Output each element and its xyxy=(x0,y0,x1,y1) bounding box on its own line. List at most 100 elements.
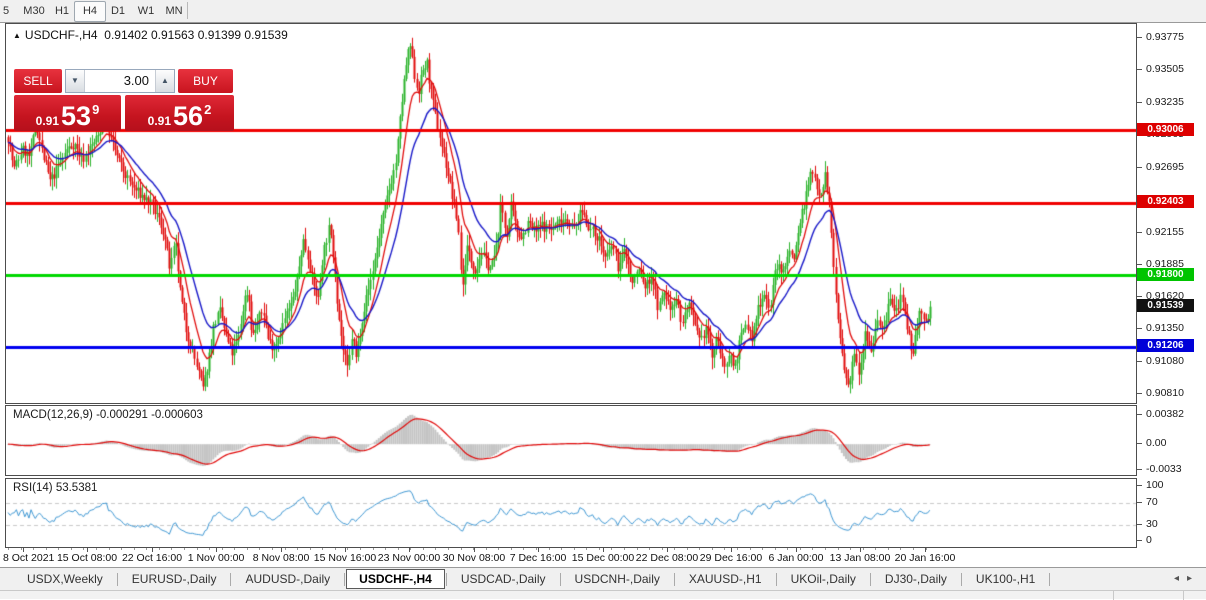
time-minor-tick xyxy=(900,548,901,550)
time-minor-tick xyxy=(96,548,97,550)
time-minor-tick xyxy=(347,548,348,550)
time-label: 23 Nov 00:00 xyxy=(377,552,441,564)
sell-price-box[interactable]: 0.91 53 9 xyxy=(14,95,121,131)
macd-label: MACD(12,26,9) -0.000291 -0.000603 xyxy=(13,409,203,421)
time-minor-tick xyxy=(247,548,248,550)
time-minor-tick xyxy=(523,548,524,550)
toolbar-separator xyxy=(187,2,188,19)
price-tick-label: 0.91350 xyxy=(1146,322,1184,334)
trade-controls-row: SELL ▼ 3.00 ▲ BUY xyxy=(14,69,234,93)
tab-separator xyxy=(960,572,962,586)
chart-tab-usdcnh-daily[interactable]: USDCNH-,Daily xyxy=(562,569,673,589)
price-level-badge: 0.91800 xyxy=(1137,268,1194,281)
buy-button[interactable]: BUY xyxy=(178,69,233,93)
time-minor-tick xyxy=(234,548,235,550)
sell-button[interactable]: SELL xyxy=(14,69,62,93)
time-minor-tick xyxy=(435,548,436,550)
time-minor-tick xyxy=(134,548,135,550)
price-tick-mark xyxy=(1137,264,1142,265)
buy-price-box[interactable]: 0.91 56 2 xyxy=(125,95,234,131)
time-minor-tick xyxy=(775,548,776,550)
time-label: 22 Oct 16:00 xyxy=(121,552,183,564)
time-minor-tick xyxy=(536,548,537,550)
chart-tab-eurusd-daily[interactable]: EURUSD-,Daily xyxy=(119,569,230,589)
macd-indicator-panel: MACD(12,26,9) -0.000291 -0.000603 xyxy=(5,405,1137,476)
rsi-label: RSI(14) 53.5381 xyxy=(13,482,98,494)
price-tick-mark xyxy=(1137,393,1142,394)
time-label: 8 Nov 08:00 xyxy=(252,552,310,564)
rsi-indicator-panel: RSI(14) 53.5381 xyxy=(5,478,1137,548)
time-minor-tick xyxy=(222,548,223,550)
price-tick-label: 0.93235 xyxy=(1146,96,1184,108)
time-minor-tick xyxy=(8,548,9,550)
time-minor-tick xyxy=(750,548,751,550)
price-tick-mark xyxy=(1137,167,1142,168)
chart-tab-audusd-daily[interactable]: AUDUSD-,Daily xyxy=(232,569,343,589)
rsi-tick-mark xyxy=(1137,485,1142,486)
price-tick-mark xyxy=(1137,102,1142,103)
time-minor-tick xyxy=(586,548,587,550)
macd-tick-label: 0.00 xyxy=(1146,437,1167,449)
time-minor-tick xyxy=(913,548,914,550)
chart-tab-ukoil-daily[interactable]: UKOil-,Daily xyxy=(778,569,869,589)
chart-tab-uk100-h1[interactable]: UK100-,H1 xyxy=(963,569,1048,589)
volume-increase-icon[interactable]: ▲ xyxy=(156,70,174,92)
chart-tab-usdchf-h4[interactable]: USDCHF-,H4 xyxy=(346,569,445,589)
buy-price-small: 0.91 xyxy=(147,114,172,128)
chart-marker-icon: ▲ xyxy=(13,31,21,40)
time-minor-tick xyxy=(259,548,260,550)
time-minor-tick xyxy=(687,548,688,550)
time-label: 20 Jan 16:00 xyxy=(894,552,956,564)
price-tick-label: 0.92695 xyxy=(1146,161,1184,173)
time-minor-tick xyxy=(71,548,72,550)
time-minor-tick xyxy=(624,548,625,550)
time-minor-tick xyxy=(825,548,826,550)
time-minor-tick xyxy=(599,548,600,550)
time-minor-tick xyxy=(549,548,550,550)
time-minor-tick xyxy=(737,548,738,550)
time-axis: 8 Oct 2021 15 Oct 08:00 22 Oct 16:00 1 Nov … xyxy=(0,548,1206,567)
chart-tab-usdcad-daily[interactable]: USDCAD-,Daily xyxy=(448,569,559,589)
chart-tab-usdx-weekly[interactable]: USDX,Weekly xyxy=(14,569,116,589)
time-minor-tick xyxy=(322,548,323,550)
time-minor-tick xyxy=(762,548,763,550)
tab-separator xyxy=(344,572,346,586)
time-minor-tick xyxy=(171,548,172,550)
price-tick-mark xyxy=(1137,328,1142,329)
price-tick-mark xyxy=(1137,361,1142,362)
timeframe-toolbar: 5 M30 H1 H4 D1 W1 MN xyxy=(0,0,1206,23)
macd-tick-label: -0.0033 xyxy=(1146,463,1182,475)
timeframe-button-mn[interactable]: MN xyxy=(158,1,190,22)
time-minor-tick xyxy=(699,548,700,550)
time-minor-tick xyxy=(724,548,725,550)
price-tick-mark xyxy=(1137,232,1142,233)
time-minor-tick xyxy=(46,548,47,550)
status-strip xyxy=(0,590,1206,600)
rsi-tick-label: 70 xyxy=(1146,496,1158,508)
sell-price-small: 0.91 xyxy=(35,114,60,128)
price-tick-label: 0.90810 xyxy=(1146,387,1184,399)
price-tick-label: 0.92155 xyxy=(1146,226,1184,238)
time-minor-tick xyxy=(423,548,424,550)
time-minor-tick xyxy=(146,548,147,550)
rsi-tick-label: 0 xyxy=(1146,534,1152,546)
price-tick-label: 0.93505 xyxy=(1146,63,1184,75)
sell-price-big: 53 xyxy=(61,101,92,131)
rsi-tick-mark xyxy=(1137,524,1142,525)
price-level-badge: 0.91206 xyxy=(1137,339,1194,352)
time-minor-tick xyxy=(310,548,311,550)
time-minor-tick xyxy=(926,548,927,550)
macd-tick-mark xyxy=(1137,414,1142,415)
volume-decrease-icon[interactable]: ▼ xyxy=(66,70,84,92)
price-tick-mark xyxy=(1137,69,1142,70)
tab-scroll-arrows[interactable]: ◂▸ xyxy=(1174,573,1200,584)
time-minor-tick xyxy=(121,548,122,550)
chart-tab-dj30-daily[interactable]: DJ30-,Daily xyxy=(872,569,960,589)
macd-tick-mark xyxy=(1137,469,1142,470)
volume-field[interactable]: 3.00 xyxy=(84,70,156,92)
rsi-canvas[interactable] xyxy=(6,479,1136,547)
price-level-badge: 0.91539 xyxy=(1137,299,1194,312)
tab-separator xyxy=(869,572,871,586)
time-minor-tick xyxy=(712,548,713,550)
chart-tab-xauusd-h1[interactable]: XAUUSD-,H1 xyxy=(676,569,775,589)
